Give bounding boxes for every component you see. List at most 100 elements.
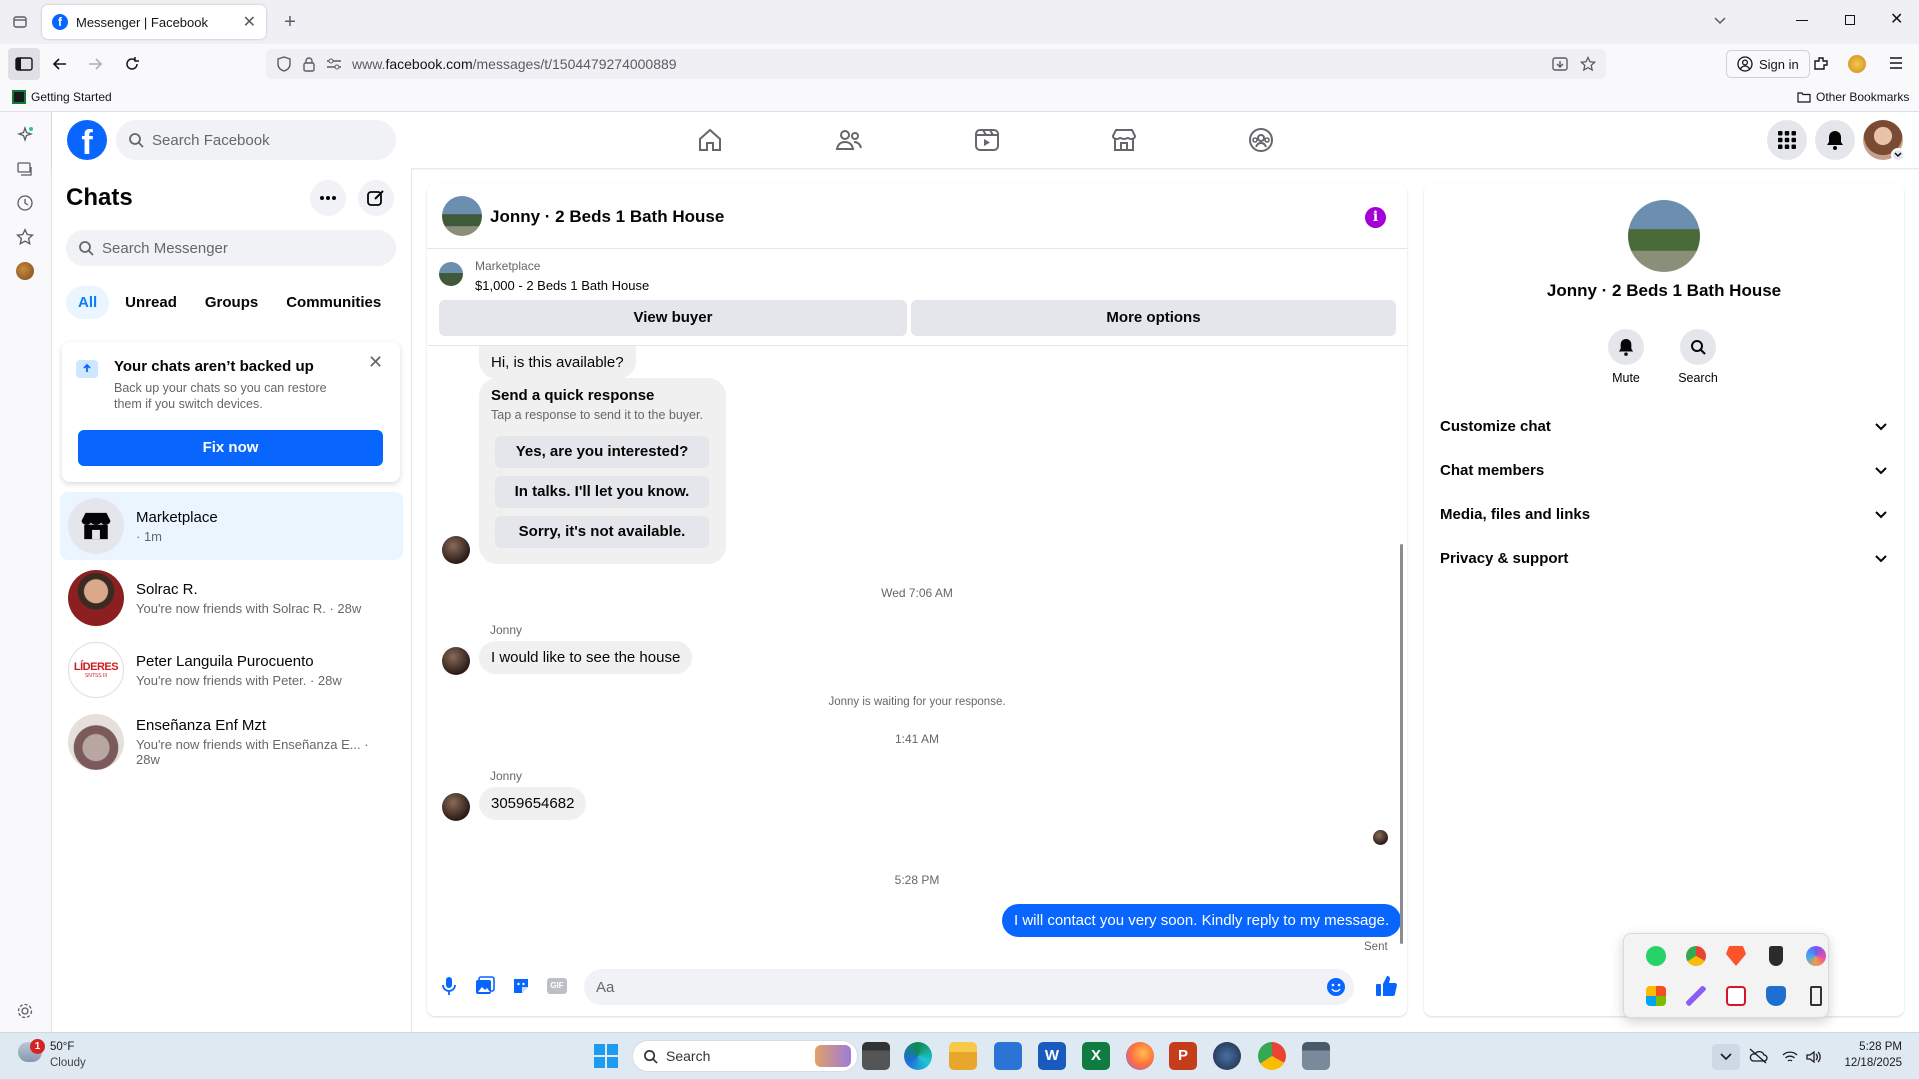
new-tab-icon[interactable]: + xyxy=(274,6,306,38)
back-icon[interactable] xyxy=(44,48,76,80)
filter-unread[interactable]: Unread xyxy=(113,286,189,319)
microsoft-store-icon[interactable] xyxy=(994,1042,1022,1070)
lock-icon[interactable] xyxy=(302,56,316,72)
acrobat-icon[interactable] xyxy=(1726,986,1746,1006)
new-message-icon[interactable] xyxy=(358,180,394,216)
sender-avatar[interactable] xyxy=(442,793,470,821)
tab-messenger[interactable]: f Messenger | Facebook ✕ xyxy=(42,5,266,39)
calculator-icon[interactable] xyxy=(1302,1042,1330,1070)
save-page-icon[interactable] xyxy=(1552,56,1568,72)
close-backup-icon[interactable]: ✕ xyxy=(368,352,383,373)
restore-icon[interactable] xyxy=(1845,15,1855,25)
listing-title[interactable]: $1,000 - 2 Beds 1 Bath House xyxy=(475,278,649,293)
marketplace-icon[interactable] xyxy=(1111,128,1137,152)
menu-grid-icon[interactable] xyxy=(1767,120,1807,160)
view-buyer-button[interactable]: View buyer xyxy=(439,300,907,336)
firefox-icon[interactable] xyxy=(1126,1042,1154,1070)
chrome-icon[interactable] xyxy=(1258,1042,1286,1070)
sign-in-button[interactable]: Sign in xyxy=(1726,50,1810,78)
conversation-scrollbar[interactable] xyxy=(1400,544,1403,944)
brave-icon[interactable] xyxy=(1726,946,1746,966)
copilot-icon[interactable] xyxy=(1806,946,1826,966)
shield-icon[interactable] xyxy=(276,56,292,72)
extensions-icon[interactable] xyxy=(1812,55,1830,73)
message-input[interactable]: Aa xyxy=(584,969,1354,1005)
reload-icon[interactable] xyxy=(116,48,148,80)
privacy-support-section[interactable]: Privacy & support xyxy=(1440,540,1888,576)
chat-members-section[interactable]: Chat members xyxy=(1440,452,1888,488)
word-icon[interactable]: W xyxy=(1038,1042,1066,1070)
usb-device-icon[interactable] xyxy=(1769,946,1783,966)
info-avatar[interactable] xyxy=(1628,200,1700,272)
tab-list-icon[interactable] xyxy=(4,6,36,38)
chat-item-peter[interactable]: LÍDERES SNTSS III Peter Languila Purocue… xyxy=(60,636,403,704)
facebook-logo-icon[interactable]: f xyxy=(67,120,107,160)
conversation-title[interactable]: Jonny · 2 Beds 1 Bath House xyxy=(490,207,724,227)
eject-usb-icon[interactable] xyxy=(1810,986,1822,1006)
conversation-info-icon[interactable]: i xyxy=(1365,207,1386,228)
info-search-icon[interactable] xyxy=(1680,329,1716,365)
minimize-icon[interactable] xyxy=(1796,20,1808,21)
quick-reply-in-talks[interactable]: In talks. I'll let you know. xyxy=(495,476,709,508)
pen-icon[interactable] xyxy=(1686,986,1706,1006)
weather-desc[interactable]: Cloudy xyxy=(50,1057,86,1069)
message-bubble[interactable]: Hi, is this available? xyxy=(479,346,636,379)
excel-icon[interactable]: X xyxy=(1082,1042,1110,1070)
wifi-icon[interactable] xyxy=(1782,1050,1798,1064)
file-explorer-icon[interactable] xyxy=(949,1042,977,1070)
microsoft-store-tray-icon[interactable] xyxy=(1646,986,1666,1006)
mute-bell-icon[interactable] xyxy=(1608,329,1644,365)
sender-avatar[interactable] xyxy=(442,647,470,675)
menu-icon[interactable] xyxy=(1888,55,1904,71)
fix-now-button[interactable]: Fix now xyxy=(78,430,383,466)
groups-icon[interactable] xyxy=(1248,127,1274,153)
account-chevron-icon[interactable] xyxy=(1891,148,1905,162)
facebook-search-input[interactable]: Search Facebook xyxy=(116,120,396,160)
app-icon[interactable] xyxy=(1213,1042,1241,1070)
task-view-icon[interactable] xyxy=(862,1042,890,1070)
weather-temp[interactable]: 50°F xyxy=(50,1041,74,1053)
conversation-avatar[interactable] xyxy=(442,196,482,236)
photo-icon[interactable] xyxy=(475,976,495,996)
security-shield-icon[interactable] xyxy=(1766,986,1786,1006)
home-icon[interactable] xyxy=(697,128,723,152)
close-window-icon[interactable]: ✕ xyxy=(1890,9,1903,29)
filter-all[interactable]: All xyxy=(66,286,110,319)
powerpoint-icon[interactable]: P xyxy=(1169,1042,1197,1070)
emoji-icon[interactable] xyxy=(1326,977,1346,997)
thumbs-up-icon[interactable] xyxy=(1375,975,1397,997)
filter-groups[interactable]: Groups xyxy=(193,286,270,319)
quick-reply-interested[interactable]: Yes, are you interested? xyxy=(495,436,709,468)
whatsapp-icon[interactable] xyxy=(1646,946,1666,966)
bookmark-star-icon[interactable] xyxy=(1580,56,1596,72)
taskbar-search-input[interactable]: Search xyxy=(632,1040,858,1072)
chat-item-solrac[interactable]: Solrac R. You're now friends with Solrac… xyxy=(60,564,403,632)
history-icon[interactable] xyxy=(16,194,34,212)
media-files-links-section[interactable]: Media, files and links xyxy=(1440,496,1888,532)
filter-communities[interactable]: Communities xyxy=(274,286,393,319)
my-message-bubble[interactable]: I will contact you very soon. Kindly rep… xyxy=(1002,904,1402,937)
more-options-icon[interactable] xyxy=(310,180,346,216)
synced-tabs-icon[interactable] xyxy=(16,160,34,178)
sidebar-toggle-icon[interactable] xyxy=(8,48,40,80)
close-tab-icon[interactable]: ✕ xyxy=(243,12,256,32)
sender-avatar[interactable] xyxy=(442,536,470,564)
message-bubble[interactable]: I would like to see the house xyxy=(479,641,693,674)
messenger-search-input[interactable]: Search Messenger xyxy=(66,230,396,266)
volume-icon[interactable] xyxy=(1806,1050,1822,1064)
notifications-bell-icon[interactable] xyxy=(1815,120,1855,160)
friends-icon[interactable] xyxy=(835,128,863,152)
microphone-icon[interactable] xyxy=(440,976,458,996)
show-hidden-icons-chevron-icon[interactable] xyxy=(1712,1044,1740,1070)
other-bookmarks[interactable]: Other Bookmarks xyxy=(1797,90,1909,104)
list-all-tabs-icon[interactable] xyxy=(1712,12,1728,28)
bookmarks-star-icon[interactable] xyxy=(16,228,34,246)
sticker-icon[interactable] xyxy=(511,976,531,996)
clock-date[interactable]: 12/18/2025 xyxy=(1830,1057,1902,1069)
quick-reply-not-available[interactable]: Sorry, it's not available. xyxy=(495,516,709,548)
onedrive-offline-icon[interactable] xyxy=(1748,1048,1768,1064)
url-bar[interactable]: www.facebook.com/messages/t/150447927400… xyxy=(266,49,1606,79)
ai-chatbot-icon[interactable] xyxy=(16,126,34,144)
sidebar-settings-icon[interactable] xyxy=(16,1002,34,1020)
windows-start-icon[interactable] xyxy=(594,1044,618,1068)
